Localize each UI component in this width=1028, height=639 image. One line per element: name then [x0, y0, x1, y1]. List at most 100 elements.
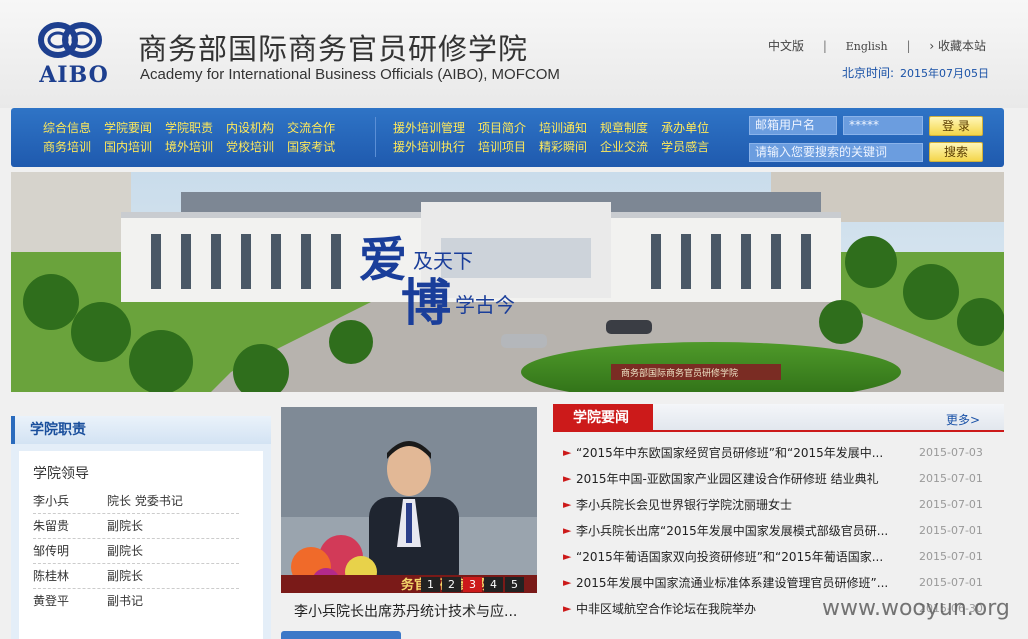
leader-row: 李小兵 院长 党委书记 — [33, 489, 239, 514]
hero-banner: 商务部国际商务官员研修学院 爱 及天下 博 学古今 — [11, 172, 1004, 392]
nav-item[interactable]: 承办单位 — [661, 119, 709, 138]
nav-item[interactable]: 援外培训执行 — [393, 138, 465, 157]
nav-item[interactable]: 交流合作 — [287, 119, 335, 138]
news-item-date: 2015-07-01 — [919, 472, 983, 485]
pager-button[interactable]: 2 — [442, 577, 461, 592]
top-links: 中文版 | English | › 收藏本站 — [768, 37, 986, 54]
logo-text: AIBO — [39, 62, 109, 88]
news-item-title[interactable]: 李小兵院长会见世界银行学院沈丽珊女士 — [576, 492, 894, 518]
news-header: 学院要闻 更多> — [553, 404, 1004, 432]
nav-item[interactable]: 境外培训 — [165, 138, 213, 157]
english-link[interactable]: English — [846, 40, 888, 53]
news-item-date: 2015-07-01 — [919, 576, 983, 589]
nav-item[interactable]: 商务培训 — [43, 138, 91, 157]
leader-row: 陈桂林 副院长 — [33, 564, 239, 589]
nav-item[interactable]: 培训项目 — [478, 138, 526, 157]
photo-caption[interactable]: 李小兵院长出席苏丹统计技术与应... — [294, 601, 517, 621]
news-item[interactable]: ► “2015年葡语国家双向投资研修班”和“2015年葡语国家... 2015-… — [553, 544, 1004, 570]
nav-item[interactable]: 培训通知 — [539, 119, 587, 138]
calligraphy-char-love: 爱 — [359, 232, 407, 288]
beijing-time-label: 北京时间: — [842, 66, 895, 80]
pager-button[interactable]: 4 — [484, 577, 503, 592]
news-title[interactable]: 学院要闻 — [553, 404, 653, 432]
news-item[interactable]: ► 李小兵院长出席“2015年发展中国家发展模式部级官员研... 2015-07… — [553, 518, 1004, 544]
more-link[interactable]: 更多> — [946, 411, 980, 428]
nav-item[interactable]: 精彩瞬间 — [539, 138, 587, 157]
nav-item[interactable]: 国内培训 — [104, 138, 152, 157]
news-item-title[interactable]: 李小兵院长出席“2015年发展中国家发展模式部级官员研... — [576, 518, 894, 544]
email-username-input[interactable]: 邮箱用户名 — [749, 116, 837, 135]
nav-item[interactable]: 内设机构 — [226, 119, 274, 138]
leader-row: 黄登平 副书记 — [33, 589, 239, 614]
news-item-date: 2015-07-01 — [919, 550, 983, 563]
nav-item[interactable]: 学院要闻 — [104, 119, 152, 138]
news-item-title[interactable]: “2015年中东欧国家经贸官员研修班”和“2015年发展中... — [576, 440, 894, 466]
login-box: 邮箱用户名 ***** 登 录 请输入您要搜索的关键词 搜索 — [749, 116, 989, 163]
leader-role: 副院长 — [107, 519, 144, 533]
site-title-cn: 商务部国际商务官员研修学院 — [138, 32, 529, 66]
site-title-en: Academy for International Business Offic… — [140, 66, 560, 83]
nav-item[interactable]: 项目简介 — [478, 119, 526, 138]
nav-group-main: 综合信息 学院要闻 学院职责 内设机构 交流合作 商务培训 国内培训 境外培训 … — [43, 119, 348, 157]
leader-row: 朱留贵 副院长 — [33, 514, 239, 539]
watermark: www.wooyun.org — [822, 596, 1010, 621]
building-sign: 商务部国际商务官员研修学院 — [621, 367, 738, 379]
leader-role: 副院长 — [107, 544, 144, 558]
pager-button[interactable]: 5 — [505, 577, 524, 592]
news-item-title[interactable]: 2015年中国-亚欧国家产业园区建设合作研修班 结业典礼 — [576, 466, 894, 492]
pager-button[interactable]: 1 — [421, 577, 440, 592]
current-date: 2015年07月05日 — [900, 67, 990, 80]
leader-role: 副院长 — [107, 569, 144, 583]
search-input[interactable]: 请输入您要搜索的关键词 — [749, 143, 923, 162]
leaders-box: 学院领导 李小兵 院长 党委书记 朱留贵 副院长 邹传明 副院长 陈桂林 副院长… — [19, 451, 263, 639]
login-button[interactable]: 登 录 — [929, 116, 983, 136]
leader-name[interactable]: 李小兵 — [33, 489, 69, 514]
news-item-title[interactable]: “2015年葡语国家双向投资研修班”和“2015年葡语国家... — [576, 544, 894, 570]
nav-item[interactable]: 国家考试 — [287, 138, 335, 157]
pager-button-active[interactable]: 3 — [463, 577, 482, 592]
leader-name[interactable]: 黄登平 — [33, 589, 69, 614]
logo-rings-icon — [38, 22, 102, 58]
search-button[interactable]: 搜索 — [929, 142, 983, 162]
leader-name[interactable]: 朱留贵 — [33, 514, 69, 539]
news-item[interactable]: ► 李小兵院长会见世界银行学院沈丽珊女士 2015-07-01 — [553, 492, 1004, 518]
leader-name[interactable]: 陈桂林 — [33, 564, 69, 589]
arrow-right-icon: ► — [563, 550, 572, 563]
nav-item[interactable]: 党校培训 — [226, 138, 274, 157]
news-item-date: 2015-07-01 — [919, 498, 983, 511]
password-input[interactable]: ***** — [843, 116, 923, 135]
nav-item[interactable]: 规章制度 — [600, 119, 648, 138]
news-item-title[interactable]: 2015年发展中国家流通业标准体系建设管理官员研修班”... — [576, 570, 894, 596]
leader-name[interactable]: 邹传明 — [33, 539, 69, 564]
calligraphy-char-bo: 博 — [401, 273, 451, 332]
nav-row: 援外培训执行 培训项目 精彩瞬间 企业交流 学员感言 — [393, 138, 722, 157]
arrow-right-icon: ► — [563, 498, 572, 511]
nav-row: 综合信息 学院要闻 学院职责 内设机构 交流合作 — [43, 119, 348, 138]
arrow-right-icon: ► — [563, 472, 572, 485]
nav-row: 援外培训管理 项目简介 培训通知 规章制度 承办单位 — [393, 119, 722, 138]
nav-item[interactable]: 援外培训管理 — [393, 119, 465, 138]
favorite-link[interactable]: 收藏本站 — [938, 37, 986, 54]
news-item[interactable]: ► “2015年中东欧国家经贸官员研修班”和“2015年发展中... 2015-… — [553, 440, 1004, 466]
chinese-link[interactable]: 中文版 — [768, 37, 804, 54]
news-item-date: 2015-07-01 — [919, 524, 983, 537]
aibo-logo[interactable]: AIBO — [30, 18, 116, 90]
calligraphy-text-1: 及天下 — [413, 249, 473, 273]
link-separator: | — [906, 39, 911, 53]
nav-item[interactable]: 企业交流 — [600, 138, 648, 157]
nav-group-aid: 援外培训管理 项目简介 培训通知 规章制度 承办单位 援外培训执行 培训项目 精… — [393, 119, 722, 157]
nav-item[interactable]: 学员感言 — [661, 138, 709, 157]
news-item[interactable]: ► 2015年中国-亚欧国家产业园区建设合作研修班 结业典礼 2015-07-0… — [553, 466, 1004, 492]
nav-item[interactable]: 学院职责 — [165, 119, 213, 138]
arrow-right-icon: ► — [563, 446, 572, 459]
site-header: AIBO 商务部国际商务官员研修学院 Academy for Internati… — [0, 0, 1028, 108]
campus-photo: 商务部国际商务官员研修学院 爱 及天下 博 学古今 — [11, 172, 1004, 392]
chevron-right-icon: › — [929, 39, 935, 53]
news-photo-slider[interactable]: 务官员研修学院 1 2 3 4 5 — [281, 407, 537, 593]
beijing-time: 北京时间: 2015年07月05日 — [842, 64, 989, 81]
nav-item[interactable]: 综合信息 — [43, 119, 91, 138]
news-item[interactable]: ► 2015年发展中国家流通业标准体系建设管理官员研修班”... 2015-07… — [553, 570, 1004, 596]
duties-panel-title[interactable]: 学院职责 — [11, 416, 271, 444]
main-nav: 综合信息 学院要闻 学院职责 内设机构 交流合作 商务培训 国内培训 境外培训 … — [11, 108, 1004, 167]
arrow-right-icon: ► — [563, 576, 572, 589]
